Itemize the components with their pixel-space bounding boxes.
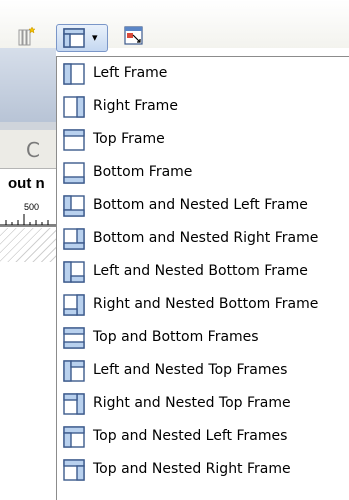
menu-item-top-frame[interactable]: Top Frame xyxy=(57,123,349,156)
top-nested-left-frames-icon xyxy=(63,426,85,448)
menu-item-label: Bottom and Nested Right Frame xyxy=(93,230,319,246)
right-nested-bottom-frame-icon xyxy=(63,294,85,316)
menu-item-label: Right Frame xyxy=(93,98,178,114)
left-frame-icon xyxy=(63,63,85,85)
top-bottom-frames-icon xyxy=(63,327,85,349)
menu-item-label: Top Frame xyxy=(93,131,165,147)
menu-item-bottom-frame[interactable]: Bottom Frame xyxy=(57,156,349,189)
hatched-canvas-area xyxy=(0,228,56,262)
menu-item-bottom-nested-right-frame[interactable]: Bottom and Nested Right Frame xyxy=(57,222,349,255)
menu-item-label: Left Frame xyxy=(93,65,168,81)
menu-item-top-nested-left-frames[interactable]: Top and Nested Left Frames xyxy=(57,420,349,453)
menu-item-label: Left and Nested Top Frames xyxy=(93,362,288,378)
menu-item-right-frame[interactable]: Right Frame xyxy=(57,90,349,123)
menu-item-left-frame[interactable]: Left Frame xyxy=(57,57,349,90)
menu-item-bottom-nested-left-frame[interactable]: Bottom and Nested Left Frame xyxy=(57,189,349,222)
bottom-nested-right-frame-icon xyxy=(63,228,85,250)
menu-item-label: Right and Nested Bottom Frame xyxy=(93,296,319,312)
new-document-sparkle-icon[interactable] xyxy=(18,26,36,46)
left-nested-top-frames-icon xyxy=(63,360,85,382)
left-nested-bottom-frame-icon xyxy=(63,261,85,283)
ruler: 500 xyxy=(0,202,56,227)
panel-header-bar xyxy=(0,48,56,122)
menu-item-top-nested-right-frame[interactable]: Top and Nested Right Frame xyxy=(57,453,349,486)
bottom-frame-icon xyxy=(63,162,85,184)
ruler-number: 500 xyxy=(24,202,40,212)
panel-divider xyxy=(0,122,56,130)
menu-item-label: Right and Nested Top Frame xyxy=(93,395,291,411)
refresh-toolbar: C xyxy=(0,130,56,169)
ruler-ticks xyxy=(0,214,56,226)
target-frame-icon[interactable] xyxy=(124,26,144,50)
menu-item-label: Bottom Frame xyxy=(93,164,193,180)
top-nested-right-frame-icon xyxy=(63,459,85,481)
bottom-nested-left-frame-icon xyxy=(63,195,85,217)
layout-label-row: out n xyxy=(0,170,56,200)
frame-layout-icon xyxy=(63,28,85,52)
menu-item-left-nested-top-frames[interactable]: Left and Nested Top Frames xyxy=(57,354,349,387)
menu-item-right-nested-bottom-frame[interactable]: Right and Nested Bottom Frame xyxy=(57,288,349,321)
layout-label: out n xyxy=(8,175,45,192)
menu-item-label: Top and Bottom Frames xyxy=(93,329,259,345)
menu-item-top-bottom-frames[interactable]: Top and Bottom Frames xyxy=(57,321,349,354)
menu-item-right-nested-top-frame[interactable]: Right and Nested Top Frame xyxy=(57,387,349,420)
chevron-down-icon: ▾ xyxy=(92,31,98,44)
menu-item-label: Top and Nested Left Frames xyxy=(93,428,288,444)
refresh-icon[interactable]: C xyxy=(26,138,40,162)
menu-item-left-nested-bottom-frame[interactable]: Left and Nested Bottom Frame xyxy=(57,255,349,288)
top-frame-icon xyxy=(63,129,85,151)
menu-item-label: Top and Nested Right Frame xyxy=(93,461,291,477)
menu-item-label: Left and Nested Bottom Frame xyxy=(93,263,308,279)
right-nested-top-frame-icon xyxy=(63,393,85,415)
frames-dropdown-button[interactable]: ▾ xyxy=(56,24,108,52)
toolbar: ▾ xyxy=(0,0,349,52)
menu-item-label: Bottom and Nested Left Frame xyxy=(93,197,308,213)
frames-dropdown-menu: Left Frame Right Frame Top Frame Bottom Fra… xyxy=(56,56,349,500)
right-frame-icon xyxy=(63,96,85,118)
